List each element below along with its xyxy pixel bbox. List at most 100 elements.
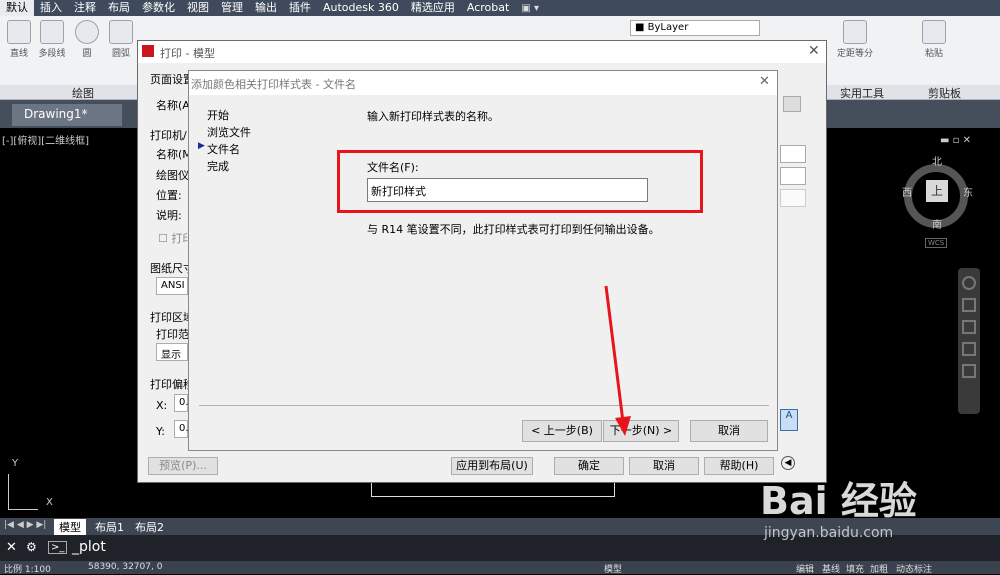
paste-icon	[922, 20, 946, 44]
wcs-menu[interactable]: WCS	[925, 238, 948, 248]
status-model[interactable]: 模型	[604, 562, 622, 575]
circle-tool[interactable]: 圆	[72, 20, 102, 59]
orbit-icon[interactable]	[962, 342, 976, 356]
printer-dropdown-arrow-icon[interactable]	[780, 145, 806, 163]
paste-tool[interactable]: 粘贴	[914, 20, 954, 59]
divide-icon	[843, 20, 867, 44]
preview-button[interactable]: 预览(P)...	[148, 457, 218, 475]
line-icon	[7, 20, 31, 44]
add-setup-icon[interactable]	[783, 96, 801, 112]
showmotion-icon[interactable]	[962, 364, 976, 378]
pan-icon[interactable]	[962, 298, 976, 312]
wizard-title: 添加颜色相关打印样式表 - 文件名	[191, 78, 356, 91]
wizard-divider	[199, 405, 769, 406]
tab-annotate[interactable]: 注释	[68, 0, 102, 16]
current-step-arrow-icon: ▶	[198, 141, 205, 151]
status-baseline[interactable]: 基线	[822, 562, 840, 575]
steering-wheel-icon[interactable]	[962, 276, 976, 290]
viewport-window-controls-icon[interactable]: ▬ ▫ ✕	[940, 135, 971, 146]
viewcube-south: 南	[932, 220, 942, 231]
description-label: 说明:	[156, 209, 182, 222]
tab-layout1[interactable]: 布局1	[90, 519, 129, 535]
camera-icon[interactable]: ▣ ▾	[521, 3, 539, 14]
ucs-y-label: Y	[12, 458, 19, 469]
divide-tool[interactable]: 定距等分	[830, 20, 880, 59]
step-finish: 完成	[207, 160, 229, 173]
orientation-icon: A	[780, 409, 798, 431]
viewcube-east: 东	[963, 188, 973, 199]
wizard-close-icon[interactable]: ✕	[759, 74, 770, 89]
tab-plugins[interactable]: 插件	[283, 0, 317, 16]
draw-panel-label[interactable]: 绘图	[72, 85, 94, 101]
viewcube-north: 北	[932, 157, 942, 168]
polyline-tool[interactable]: 多段线	[34, 20, 70, 59]
zoom-icon[interactable]	[962, 320, 976, 334]
offset-y-label: Y:	[156, 425, 165, 438]
wizard-cancel-button[interactable]: 取消	[690, 420, 768, 442]
status-dynamic-dim[interactable]: 动态标注	[896, 562, 932, 575]
status-edit[interactable]: 编辑	[796, 562, 814, 575]
status-bar: 比例 1:100 58390, 32707, 0 模型 编辑 基线 填充 加粗 …	[0, 561, 1000, 575]
paper-size-select[interactable]: ANSI	[156, 277, 188, 295]
watermark-url: jingyan.baidu.com	[764, 525, 894, 541]
tab-parametric[interactable]: 参数化	[136, 0, 181, 16]
viewcube-top-face[interactable]: 上	[926, 180, 948, 202]
tab-default[interactable]: 默认	[0, 0, 34, 16]
tab-layout2[interactable]: 布局2	[130, 519, 169, 535]
plotter-dropdown-arrow-icon[interactable]	[780, 167, 806, 185]
print-close-icon[interactable]: ✕	[808, 43, 820, 59]
tab-autodesk360[interactable]: Autodesk 360	[317, 0, 405, 16]
arc-label: 圆弧	[111, 49, 130, 59]
print-dialog-titlebar: 打印 - 模型 ✕	[138, 41, 826, 63]
status-fill[interactable]: 填充	[846, 562, 864, 575]
coordinate-readout: 58390, 32707, 0	[88, 562, 163, 572]
plot-range-select[interactable]: 显示	[156, 343, 188, 361]
tab-featured-apps[interactable]: 精选应用	[405, 0, 461, 16]
viewport-label[interactable]: [-][俯视][二维线框]	[2, 132, 89, 147]
circle-label: 圆	[82, 49, 92, 59]
tab-view[interactable]: 视图	[181, 0, 215, 16]
annotation-arrow	[604, 285, 631, 436]
tab-insert[interactable]: 插入	[34, 0, 68, 16]
back-button[interactable]: < 上一步(B)	[522, 420, 602, 442]
step-start: 开始	[207, 109, 229, 122]
line-tool[interactable]: 直线	[4, 20, 34, 59]
ribbon-tab-bar: 默认 插入 注释 布局 参数化 视图 管理 输出 插件 Autodesk 360…	[0, 0, 1000, 16]
command-prompt-icon: >_	[48, 541, 68, 554]
ok-button[interactable]: 确定	[554, 457, 624, 475]
tab-manage[interactable]: 管理	[215, 0, 249, 16]
printer-section-label: 打印机/	[150, 129, 187, 142]
tab-model[interactable]: 模型	[54, 519, 86, 535]
clipboard-panel-label[interactable]: 剪贴板	[928, 85, 961, 101]
drawing-tab[interactable]: Drawing1*	[12, 104, 122, 126]
scale-readout[interactable]: 比例 1:100	[4, 562, 51, 575]
polyline-label: 多段线	[38, 49, 66, 59]
offset-y-input[interactable]: 0.	[174, 420, 189, 438]
color-swatch-icon: ■	[635, 22, 648, 33]
tab-output[interactable]: 输出	[249, 0, 283, 16]
line-label: 直线	[9, 49, 28, 59]
layout-nav-arrows-icon[interactable]: |◀ ◀ ▶ ▶|	[4, 520, 46, 530]
utilities-panel-label[interactable]: 实用工具	[840, 85, 884, 101]
step-filename: 文件名	[207, 143, 240, 156]
status-bold[interactable]: 加粗	[870, 562, 888, 575]
command-input[interactable]: _plot	[72, 539, 106, 555]
drawing-rectangle	[371, 483, 615, 497]
expand-options-icon[interactable]: ◀	[781, 456, 795, 470]
close-icon[interactable]: ✕	[6, 540, 17, 555]
arc-icon	[109, 20, 133, 44]
filename-input[interactable]: 新打印样式	[367, 178, 648, 202]
tab-acrobat[interactable]: Acrobat	[461, 0, 515, 16]
wizard-prompt: 输入新打印样式表的名称。	[367, 110, 499, 123]
wrench-icon[interactable]: ⚙	[26, 540, 37, 554]
autocad-logo-icon	[142, 45, 154, 57]
ucs-x-label: X	[46, 497, 53, 508]
navigation-bar	[958, 268, 980, 414]
print-cancel-button[interactable]: 取消	[629, 457, 699, 475]
linetype-dropdown[interactable]: ■ ByLayer	[630, 20, 760, 36]
wizard-titlebar: 添加颜色相关打印样式表 - 文件名 ✕	[189, 71, 777, 95]
offset-x-input[interactable]: 0.	[174, 394, 189, 412]
apply-to-layout-button[interactable]: 应用到布局(U)	[451, 457, 533, 475]
tab-layout[interactable]: 布局	[102, 0, 136, 16]
arc-tool[interactable]: 圆弧	[106, 20, 136, 59]
